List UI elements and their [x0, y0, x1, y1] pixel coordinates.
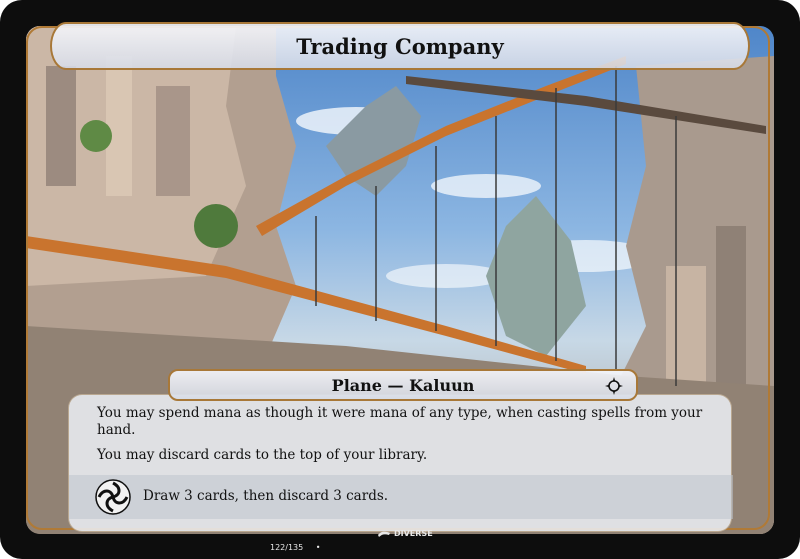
paintbrush-icon	[378, 531, 390, 537]
rules-text: You may spend mana as though it were man…	[97, 405, 707, 472]
artist-name: DIVERSE	[394, 529, 433, 538]
card-title: Trading Company	[296, 33, 504, 59]
type-line-bar: Plane — Kaluun	[168, 369, 638, 401]
plane-card: Trading Company You may spend mana as th…	[0, 0, 800, 559]
set-symbol-icon	[605, 377, 623, 395]
collector-separator: •	[315, 543, 321, 552]
artist-credit: DIVERSE	[378, 529, 433, 538]
chaos-ability-row: Draw 3 cards, then discard 3 cards.	[69, 475, 733, 519]
collector-number: 122/135	[270, 543, 304, 552]
chaos-symbol-icon	[95, 479, 131, 515]
collector-info: 122/135 •	[270, 543, 321, 552]
rules-line: You may spend mana as though it were man…	[97, 405, 703, 438]
rules-text-box: You may spend mana as though it were man…	[68, 394, 733, 532]
type-line: Plane — Kaluun	[331, 375, 475, 395]
rules-line: You may discard cards to the top of your…	[97, 447, 428, 463]
chaos-ability-text: Draw 3 cards, then discard 3 cards.	[143, 488, 389, 504]
title-bar: Trading Company	[50, 22, 750, 70]
